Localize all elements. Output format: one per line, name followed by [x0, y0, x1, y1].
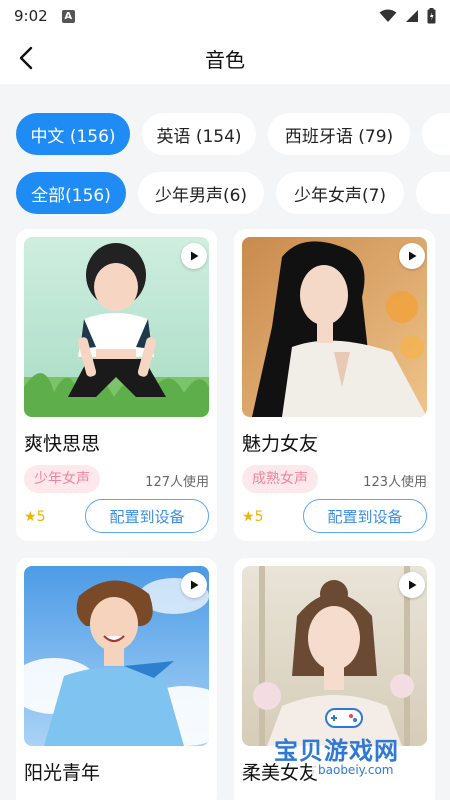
- play-button[interactable]: [399, 243, 425, 269]
- notification-app-icon: A: [61, 9, 75, 23]
- watermark: 宝贝游戏网 baobeiy.com: [272, 705, 432, 785]
- category-chip-more[interactable]: [416, 172, 450, 214]
- voice-name: 爽快思思: [24, 433, 101, 455]
- play-icon: [409, 251, 417, 261]
- page-title: 音色: [205, 48, 245, 72]
- play-icon: [191, 580, 199, 590]
- play-button[interactable]: [181, 243, 207, 269]
- language-chip-chinese[interactable]: 中文 (156): [16, 113, 130, 155]
- voice-card[interactable]: 爽快思思 少年女声 127人使用 ★5 配置到设备: [16, 229, 217, 541]
- category-chip-all[interactable]: 全部(156): [16, 172, 126, 214]
- voice-card[interactable]: 阳光青年: [16, 558, 217, 800]
- play-button[interactable]: [181, 572, 207, 598]
- category-chip-boy-voice[interactable]: 少年男声(6): [138, 172, 264, 214]
- voice-avatar-image: [24, 566, 209, 746]
- language-filter-bar[interactable]: 中文 (156) 英语 (154) 西班牙语 (79): [0, 113, 450, 157]
- wifi-icon: [379, 9, 397, 22]
- usage-count: 123人使用: [363, 475, 427, 490]
- star-icon: ★: [24, 509, 37, 525]
- star-icon: ★: [242, 509, 255, 525]
- voice-card[interactable]: 魅力女友 成熟女声 123人使用 ★5 配置到设备: [234, 229, 435, 541]
- configure-to-device-button[interactable]: 配置到设备: [85, 499, 209, 533]
- play-icon: [191, 251, 199, 261]
- voice-avatar-image: [24, 237, 209, 417]
- status-time: 9:02: [14, 7, 48, 25]
- watermark-url: baobeiy.com: [312, 763, 400, 777]
- category-filter-bar[interactable]: 全部(156) 少年男声(6) 少年女声(7): [0, 172, 450, 216]
- rating: ★5: [242, 509, 263, 525]
- voice-category-tag: 少年女声: [24, 465, 100, 493]
- cell-signal-icon: [406, 10, 418, 22]
- rating: ★5: [24, 509, 45, 525]
- watermark-text: 宝贝游戏网: [274, 737, 399, 765]
- rating-value: 5: [36, 509, 46, 525]
- voice-avatar-image: [242, 237, 427, 417]
- gamepad-icon: [325, 708, 363, 728]
- status-bar: 9:02 A: [0, 0, 450, 32]
- language-chip-more[interactable]: [422, 113, 450, 155]
- rating-value: 5: [254, 509, 264, 525]
- usage-count: 127人使用: [145, 475, 209, 490]
- language-chip-english[interactable]: 英语 (154): [142, 113, 256, 155]
- voice-name: 阳光青年: [24, 762, 101, 784]
- play-icon: [409, 580, 417, 590]
- configure-to-device-button[interactable]: 配置到设备: [303, 499, 427, 533]
- play-button[interactable]: [399, 572, 425, 598]
- app-header: 音色: [0, 32, 450, 84]
- voice-name: 魅力女友: [242, 433, 319, 455]
- category-chip-girl-voice[interactable]: 少年女声(7): [276, 172, 404, 214]
- battery-icon: [427, 8, 436, 24]
- voice-category-tag: 成熟女声: [242, 465, 318, 493]
- language-chip-spanish[interactable]: 西班牙语 (79): [268, 113, 410, 155]
